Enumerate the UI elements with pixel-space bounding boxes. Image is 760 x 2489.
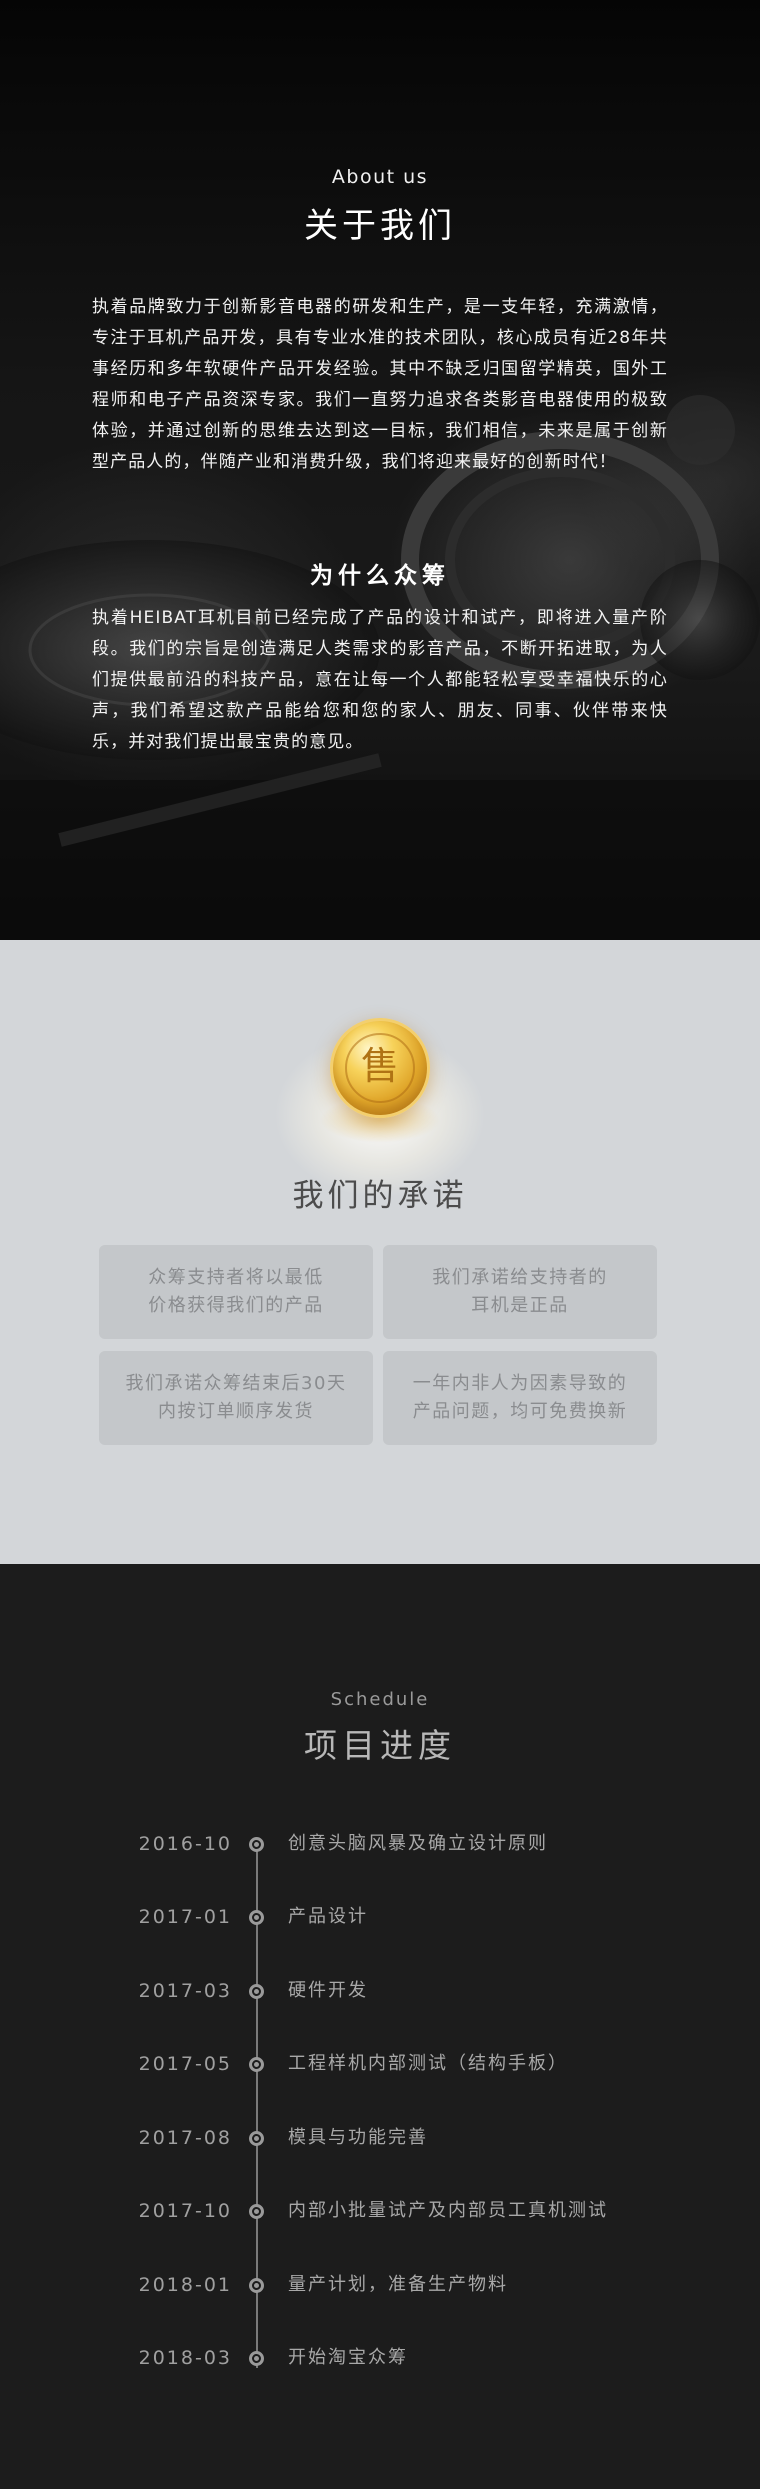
timeline-dot-icon xyxy=(249,2057,264,2072)
timeline-date: 2017-01 xyxy=(138,1906,232,1928)
about-section: About us 关于我们 执着品牌致力于创新影音电器的研发和生产，是一支年轻，… xyxy=(0,0,760,940)
timeline-text: 量产计划，准备生产物料 xyxy=(288,2274,508,2295)
promise-card-line: 我们承诺众筹结束后30天 xyxy=(125,1373,347,1394)
timeline-date: 2018-01 xyxy=(138,2274,232,2296)
timeline-dot-icon xyxy=(249,1984,264,1999)
timeline-date: 2016-10 xyxy=(138,1833,232,1855)
timeline-text: 内部小批量试产及内部员工真机测试 xyxy=(288,2200,608,2221)
timeline-item: 2017-01 产品设计 xyxy=(0,1902,760,1932)
timeline-dot-icon xyxy=(249,2278,264,2293)
timeline-text: 工程样机内部测试（结构手板） xyxy=(288,2053,568,2074)
timeline-text: 硬件开发 xyxy=(288,1980,368,2001)
schedule-en-title: Schedule xyxy=(330,1689,430,1710)
promise-card-line: 一年内非人为因素导致的 xyxy=(412,1373,628,1394)
promise-card-line: 众筹支持者将以最低 xyxy=(148,1267,324,1288)
timeline-date: 2017-08 xyxy=(138,2127,232,2149)
timeline-item: 2017-10 内部小批量试产及内部员工真机测试 xyxy=(0,2196,760,2226)
timeline-dot-icon xyxy=(249,1910,264,1925)
timeline-item: 2017-03 硬件开发 xyxy=(0,1976,760,2006)
timeline-dot-icon xyxy=(249,2204,264,2219)
timeline-item: 2018-03 开始淘宝众筹 xyxy=(0,2343,760,2373)
schedule-section: Schedule 项目进度 2016-10 创意头脑风暴及确立设计原则 2017… xyxy=(0,1564,760,2489)
timeline-date: 2017-05 xyxy=(138,2053,232,2075)
promise-card-line: 价格获得我们的产品 xyxy=(148,1295,324,1316)
timeline-dot-icon xyxy=(249,2351,264,2366)
schedule-zh-title: 项目进度 xyxy=(304,1726,456,1765)
timeline-date: 2018-03 xyxy=(138,2347,232,2369)
timeline-date: 2017-03 xyxy=(138,1980,232,2002)
timeline-item: 2017-05 工程样机内部测试（结构手板） xyxy=(0,2049,760,2079)
why-crowdfunding-title: 为什么众筹 xyxy=(310,563,450,589)
promise-card-2: 我们承诺给支持者的 耳机是正品 xyxy=(383,1245,657,1339)
promise-card-1: 众筹支持者将以最低 价格获得我们的产品 xyxy=(99,1245,373,1339)
promise-card-line: 耳机是正品 xyxy=(471,1295,569,1316)
timeline-text: 创意头脑风暴及确立设计原则 xyxy=(288,1833,548,1854)
about-en-title: About us xyxy=(331,166,429,188)
timeline-item: 2016-10 创意头脑风暴及确立设计原则 xyxy=(0,1829,760,1859)
timeline-date: 2017-10 xyxy=(138,2200,232,2222)
about-paragraph: 执着品牌致力于创新影音电器的研发和生产，是一支年轻，充满激情，专注于耳机产品开发… xyxy=(92,297,668,472)
promise-card-line: 我们承诺给支持者的 xyxy=(432,1267,608,1288)
timeline-text: 模具与功能完善 xyxy=(288,2127,428,2148)
promise-card-4: 一年内非人为因素导致的 产品问题，均可免费换新 xyxy=(383,1351,657,1445)
timeline-text: 开始淘宝众筹 xyxy=(288,2347,408,2368)
why-crowdfunding-paragraph: 执着HEIBAT耳机目前已经完成了产品的设计和试产，即将进入量产阶段。我们的宗旨… xyxy=(92,608,668,752)
promise-card-line: 内按订单顺序发货 xyxy=(158,1401,314,1422)
timeline-item: 2018-01 量产计划，准备生产物料 xyxy=(0,2270,760,2300)
about-zh-title: 关于我们 xyxy=(304,206,456,246)
timeline-dot-icon xyxy=(249,1837,264,1852)
timeline-item: 2017-08 模具与功能完善 xyxy=(0,2123,760,2153)
timeline-text: 产品设计 xyxy=(288,1906,368,1927)
timeline-dot-icon xyxy=(249,2131,264,2146)
promise-card-line: 产品问题，均可免费换新 xyxy=(412,1401,628,1422)
coin-glyph: 售 xyxy=(360,1044,399,1088)
promise-section: 售 我们的承诺 众筹支持者将以最低 价格获得我们的产品 我们承诺给支持者的 耳机… xyxy=(0,940,760,1564)
promise-card-3: 我们承诺众筹结束后30天 内按订单顺序发货 xyxy=(99,1351,373,1445)
promise-title: 我们的承诺 xyxy=(292,1178,468,1214)
sale-coin-icon: 售 xyxy=(330,1018,430,1118)
